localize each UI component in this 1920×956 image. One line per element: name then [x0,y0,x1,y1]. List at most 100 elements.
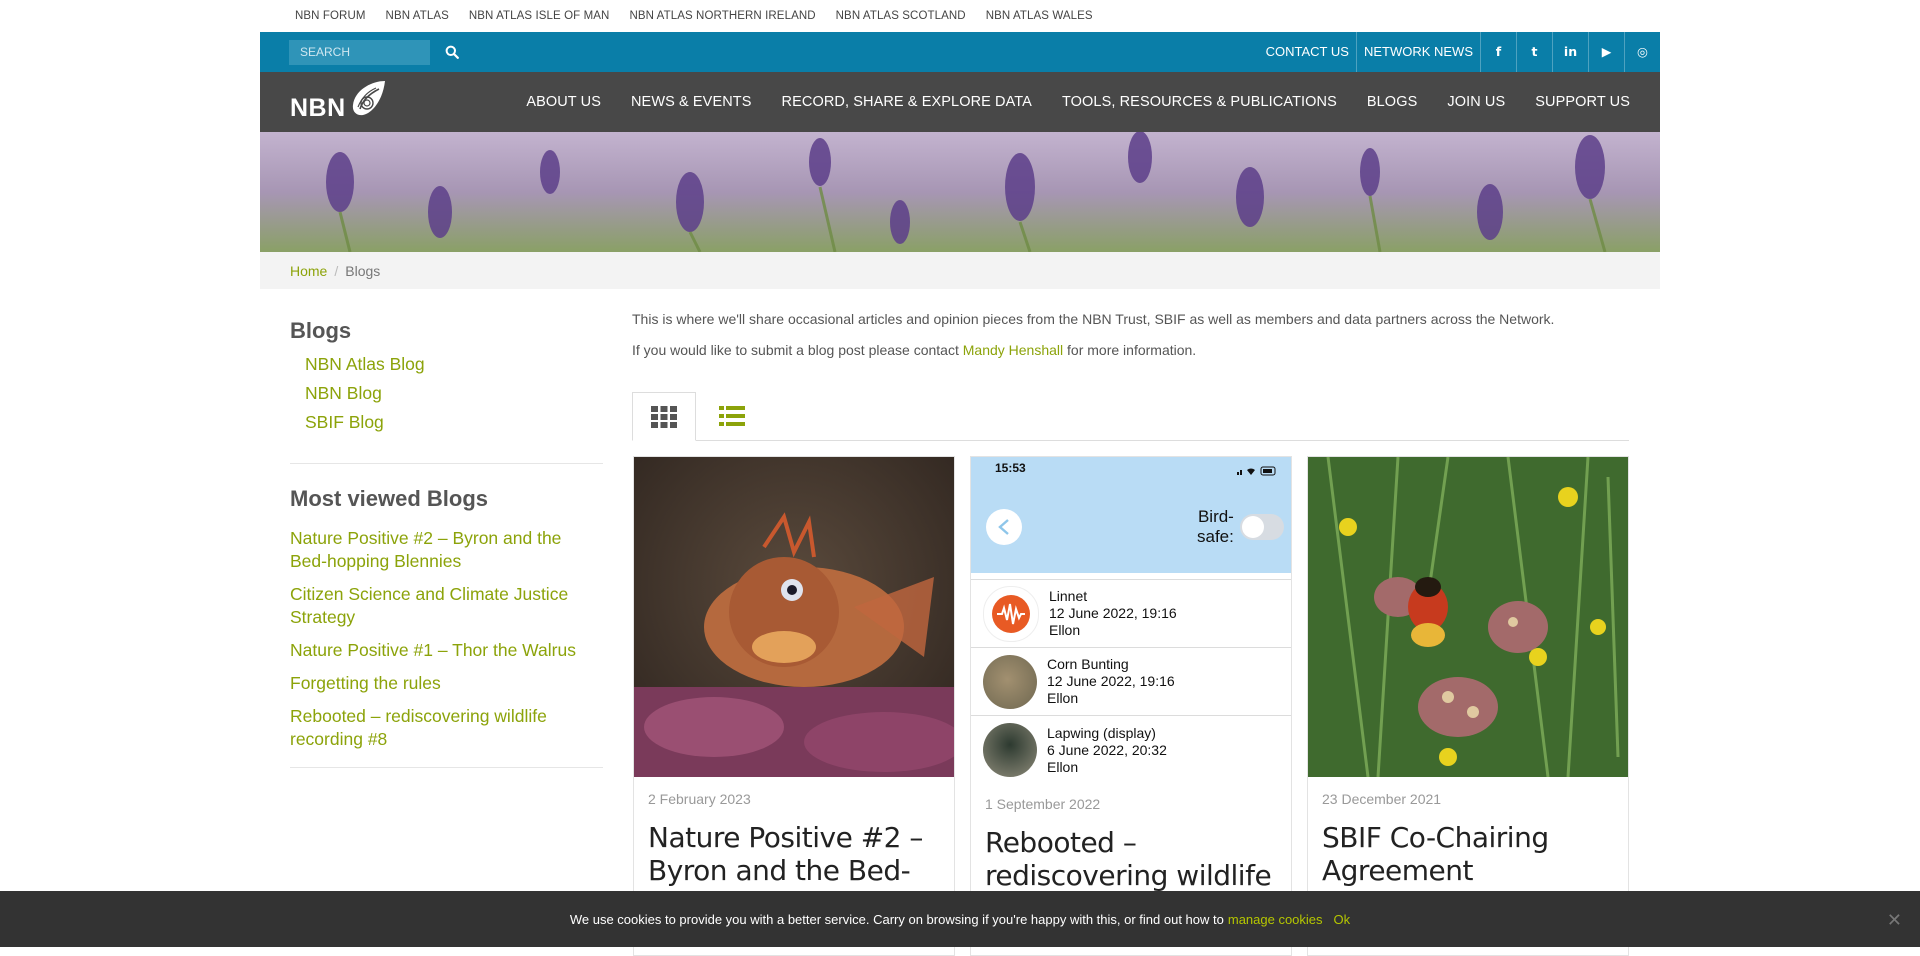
instagram-icon[interactable]: ◎ [1624,32,1660,72]
sidebar-item-nbn-atlas-blog[interactable]: NBN Atlas Blog [305,350,603,379]
record-location: Ellon [1049,622,1081,638]
search-icon[interactable] [438,38,466,66]
breadcrumb: Home / Blogs [260,252,1660,289]
manage-cookies-link[interactable]: manage cookies [1228,912,1323,927]
nav-tools-resources-publications[interactable]: TOOLS, RESOURCES & PUBLICATIONS [1062,94,1337,110]
record-species: Lapwing (display) [1047,724,1156,741]
blog-card-image[interactable] [1308,457,1628,777]
phone-clock: 15:53 [995,461,1026,475]
contact-paragraph: If you would like to submit a blog post … [632,341,1629,359]
record-text: Corn Bunting 12 June 2022, 19:16 Ellon [1047,656,1175,707]
main-content: This is where we'll share occasional art… [632,310,1629,956]
search-form [289,38,466,66]
sound-recording-icon [983,585,1039,642]
logo-text: NBN [290,93,346,122]
contact-text-before: If you would like to submit a blog post … [632,342,963,358]
top-link-nbn-forum[interactable]: NBN FORUM [295,10,366,22]
top-link-nbn-atlas-scotland[interactable]: NBN ATLAS SCOTLAND [836,10,966,22]
sidebar-item-sbif-blog[interactable]: SBIF Blog [305,408,603,437]
breadcrumb-separator: / [334,262,339,279]
sidebar-heading-blogs: Blogs [290,318,352,343]
grid-view-icon[interactable] [632,392,696,441]
nav-support-us[interactable]: SUPPORT US [1535,94,1630,110]
top-link-nbn-atlas-wales[interactable]: NBN ATLAS WALES [986,10,1093,22]
sidebar-item-nbn-blog[interactable]: NBN Blog [305,379,603,408]
record-row: Lapwing (display) 6 June 2022, 20:32 Ellon [971,716,1291,777]
contact-text-after: for more information. [1063,342,1197,358]
sidebar-heading-most-viewed: Most viewed Blogs [290,486,489,511]
cookie-message: We use cookies to provide you with a bet… [569,911,1224,927]
sidebar-divider [290,767,603,768]
facebook-icon[interactable]: f [1480,32,1516,72]
network-news-link[interactable]: NETWORK NEWS [1355,32,1480,72]
most-viewed-item[interactable]: Forgetting the rules [290,672,603,695]
top-link-nbn-atlas-northern-ireland[interactable]: NBN ATLAS NORTHERN IRELAND [629,10,815,22]
main-navigation: NBN ABOUT US NEWS & EVENTS RECORD, SHARE… [260,72,1660,132]
record-row: Linnet 12 June 2022, 19:16 Ellon [971,580,1291,648]
utility-bar: CONTACT US NETWORK NEWS f t in ▶ ◎ [260,32,1660,72]
record-date: 6 June 2022, 20:32 [1047,741,1167,758]
list-view-icon[interactable] [700,392,764,440]
youtube-icon[interactable]: ▶ [1588,32,1624,72]
bird-safe-toggle [1240,514,1284,540]
most-viewed-list: Nature Positive #2 – Byron and the Bed-h… [290,527,603,751]
bird-safe-label-line: Bird- [1197,507,1234,526]
linkedin-icon[interactable]: in [1552,32,1588,72]
most-viewed-item[interactable]: Nature Positive #1 – Thor the Walrus [290,639,603,662]
blog-card-date: 1 September 2022 [985,796,1101,812]
nav-news-events[interactable]: NEWS & EVENTS [631,94,752,110]
record-text: Lapwing (display) 6 June 2022, 20:32 Ellon [1047,725,1167,776]
record-location: Ellon [1047,690,1079,706]
record-date: 12 June 2022, 19:16 [1049,605,1177,621]
phone-status-icons [1237,463,1277,481]
bird-safe-label: Bird-safe: [1197,507,1234,547]
blog-card-title[interactable]: Rebooted – rediscovering wildlife [985,826,1277,892]
nav-about-us[interactable]: ABOUT US [526,94,601,110]
close-icon[interactable]: ✕ [1887,910,1902,931]
contact-us-link[interactable]: CONTACT US [1259,32,1356,72]
breadcrumb-home[interactable]: Home [290,263,327,279]
blog-card-image[interactable] [634,457,954,777]
main-menu: ABOUT US NEWS & EVENTS RECORD, SHARE & E… [496,94,1630,110]
view-toggle-tabs [632,392,1629,441]
blog-card-image[interactable]: 15:53 Bird-safe: Linnet 12 June 2022, 19:… [971,457,1291,777]
blog-card[interactable]: 15:53 Bird-safe: Linnet 12 June 2022, 19:… [970,456,1292,956]
top-links-bar: NBN FORUM NBN ATLAS NBN ATLAS ISLE OF MA… [260,0,1660,32]
back-arrow-icon [986,509,1022,545]
most-viewed-item[interactable]: Citizen Science and Climate Justice Stra… [290,583,603,629]
most-viewed-item[interactable]: Nature Positive #2 – Byron and the Bed-h… [290,527,603,573]
most-viewed-item[interactable]: Rebooted – rediscovering wildlife record… [290,705,603,751]
record-row: Corn Bunting 12 June 2022, 19:16 Ellon [971,648,1291,716]
nav-blogs[interactable]: BLOGS [1367,94,1417,110]
record-location: Ellon [1047,758,1079,775]
search-input[interactable] [289,39,430,65]
cookie-banner: We use cookies to provide you with a bet… [0,891,1920,947]
top-link-nbn-atlas[interactable]: NBN ATLAS [386,10,449,22]
blog-card-title[interactable]: Nature Positive #2 – Byron and the Bed- [648,821,940,887]
nav-join-us[interactable]: JOIN US [1447,94,1505,110]
nav-record-share-explore-data[interactable]: RECORD, SHARE & EXPLORE DATA [782,94,1032,110]
top-link-nbn-atlas-isle-of-man[interactable]: NBN ATLAS ISLE OF MAN [469,10,610,22]
record-date: 12 June 2022, 19:16 [1047,673,1175,689]
logo-mark-icon [349,79,387,122]
bird-safe-label-line: safe: [1197,527,1234,546]
corn-bunting-photo [983,654,1037,709]
utility-links: CONTACT US NETWORK NEWS f t in ▶ ◎ [1259,32,1660,72]
twitter-icon[interactable]: t [1516,32,1552,72]
blog-card-date: 23 December 2021 [1322,791,1442,807]
nbn-logo[interactable]: NBN [290,79,387,123]
blog-card-title[interactable]: SBIF Co-Chairing Agreement [1322,821,1614,887]
blog-card[interactable]: 23 December 2021 SBIF Co-Chairing Agreem… [1307,456,1629,956]
sidebar-divider [290,463,603,464]
sidebar: Blogs NBN Atlas Blog NBN Blog SBIF Blog … [290,318,603,768]
blog-category-list: NBN Atlas Blog NBN Blog SBIF Blog [290,350,603,437]
mandy-henshall-link[interactable]: Mandy Henshall [963,342,1063,358]
intro-paragraph: This is where we'll share occasional art… [632,311,1555,327]
blog-card[interactable]: 2 February 2023 Nature Positive #2 – Byr… [633,456,955,956]
lapwing-photo [983,723,1037,777]
record-species: Linnet [1049,588,1088,604]
breadcrumb-current: Blogs [345,262,381,279]
blog-card-date: 2 February 2023 [648,791,751,807]
record-species: Corn Bunting [1047,656,1129,672]
cookie-ok-button[interactable]: Ok [1334,912,1351,927]
